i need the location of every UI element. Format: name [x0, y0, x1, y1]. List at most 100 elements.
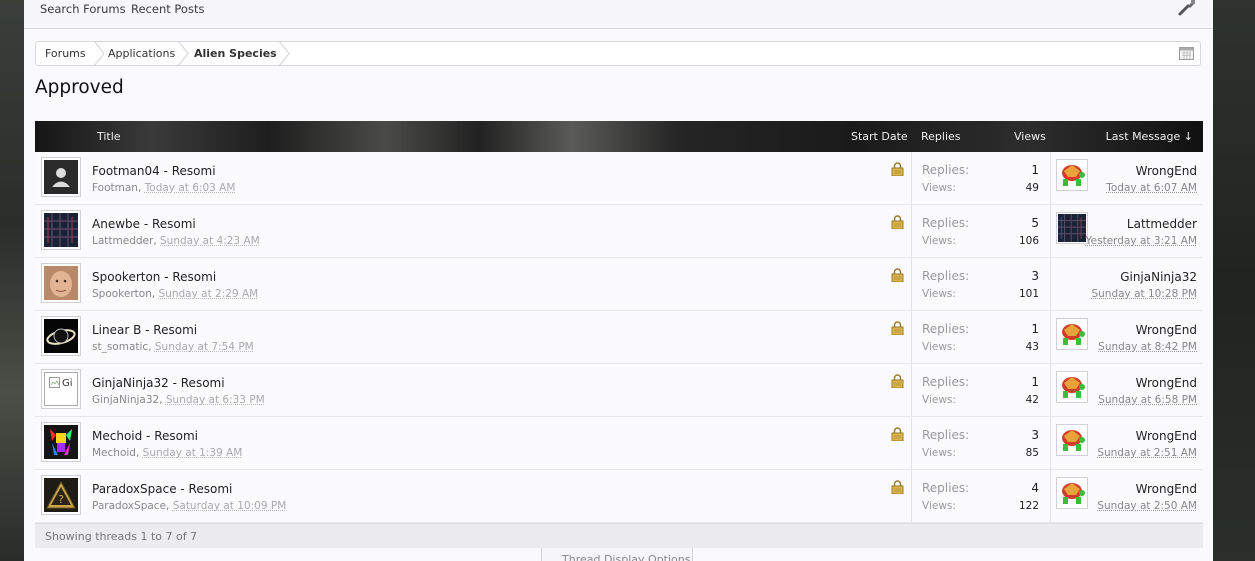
thread-meta: Lattmedder, Sunday at 4:23 AM [92, 235, 260, 247]
breadcrumb: Forums Applications Alien Species [35, 41, 1201, 66]
last-poster-name[interactable]: WrongEnd [1136, 323, 1197, 337]
replies-count: 1 [1031, 163, 1039, 177]
last-poster-avatar[interactable] [1056, 159, 1088, 191]
turtle-avatar [1058, 373, 1086, 401]
thread-title[interactable]: Mechoid - Resomi [92, 429, 198, 443]
wrench-icon[interactable] [1178, 0, 1196, 16]
broken-image-icon [49, 377, 61, 389]
replies-count: 1 [1031, 322, 1039, 336]
last-post-date[interactable]: Sunday at 2:51 AM [1097, 447, 1197, 459]
last-poster-name[interactable]: WrongEnd [1136, 376, 1197, 390]
page-title: Approved [35, 77, 124, 98]
lock-icon [891, 480, 904, 494]
thread-stats: Replies: 3 Views: 101 [911, 258, 1051, 310]
last-poster-avatar[interactable] [1056, 318, 1088, 350]
planet-avatar [44, 319, 78, 353]
breadcrumb-separator-icon [93, 41, 105, 66]
search-forums-link[interactable]: Search Forums [40, 2, 126, 16]
thread-date[interactable]: Today at 6:03 AM [145, 182, 236, 194]
thread-author[interactable]: Mechoid [92, 447, 136, 459]
author-avatar[interactable] [41, 263, 81, 303]
breadcrumb-forums[interactable]: Forums [45, 47, 86, 60]
last-post-date[interactable]: Yesterday at 3:21 AM [1086, 235, 1197, 247]
thread-title[interactable]: Anewbe - Resomi [92, 217, 196, 231]
thread-date[interactable]: Sunday at 4:23 AM [160, 235, 260, 247]
views-count: 49 [1026, 182, 1039, 194]
thread-author[interactable]: Footman [92, 182, 138, 194]
replies-label: Replies: [922, 428, 969, 442]
turtle-avatar [1058, 479, 1086, 507]
last-poster-avatar[interactable] [1056, 424, 1088, 456]
last-post-date[interactable]: Sunday at 2:50 AM [1097, 500, 1197, 512]
thread-title[interactable]: Linear B - Resomi [92, 323, 197, 337]
calendar-icon[interactable] [1179, 47, 1194, 60]
breadcrumb-applications[interactable]: Applications [108, 47, 175, 60]
replies-label: Replies: [922, 163, 969, 177]
author-avatar[interactable] [41, 316, 81, 356]
default-avatar-icon [44, 160, 78, 194]
views-label: Views: [922, 394, 956, 406]
header-start-date[interactable]: Start Date [851, 130, 908, 143]
face-avatar [44, 266, 78, 300]
replies-label: Replies: [922, 481, 969, 495]
last-poster-name[interactable]: WrongEnd [1136, 482, 1197, 496]
replies-count: 5 [1031, 216, 1039, 230]
author-avatar[interactable] [41, 157, 81, 197]
thread-display-options-button[interactable]: Thread Display Options [541, 548, 693, 561]
thread-date[interactable]: Saturday at 10:09 PM [173, 500, 287, 512]
last-poster-name[interactable]: WrongEnd [1136, 164, 1197, 178]
author-avatar[interactable]: Gi [41, 369, 81, 409]
background-left [0, 0, 24, 561]
lock-icon [891, 268, 904, 282]
last-poster-avatar[interactable] [1056, 212, 1088, 244]
recent-posts-link[interactable]: Recent Posts [131, 2, 204, 16]
header-replies[interactable]: Replies [921, 130, 961, 143]
thread-display-options-label: Thread Display Options [562, 553, 690, 561]
thread-author[interactable]: st_somatic [92, 341, 148, 353]
author-avatar[interactable]: ? [41, 475, 81, 515]
header-title[interactable]: Title [97, 130, 121, 143]
last-post-date[interactable]: Sunday at 8:42 PM [1098, 341, 1197, 353]
thread-author[interactable]: Lattmedder [92, 235, 153, 247]
thread-date[interactable]: Sunday at 6:33 PM [166, 394, 265, 406]
replies-label: Replies: [922, 375, 969, 389]
last-post-date[interactable]: Sunday at 6:58 PM [1098, 394, 1197, 406]
thread-date[interactable]: Sunday at 1:39 AM [143, 447, 243, 459]
table-row: Spookerton - Resomi Spookerton, Sunday a… [35, 258, 1203, 311]
last-post-date[interactable]: Today at 6:07 AM [1106, 182, 1197, 194]
author-avatar[interactable] [41, 422, 81, 462]
thread-author[interactable]: GinjaNinja32 [92, 394, 159, 406]
last-poster-avatar[interactable] [1056, 477, 1088, 509]
thread-author[interactable]: ParadoxSpace [92, 500, 166, 512]
views-count: 85 [1026, 447, 1039, 459]
thread-stats: Replies: 1 Views: 43 [911, 311, 1051, 363]
last-post-date[interactable]: Sunday at 10:28 PM [1091, 288, 1197, 300]
thread-date[interactable]: Sunday at 2:29 AM [159, 288, 259, 300]
last-poster-name[interactable]: WrongEnd [1136, 429, 1197, 443]
lock-icon [891, 321, 904, 335]
thread-title[interactable]: Footman04 - Resomi [92, 164, 216, 178]
thread-meta: GinjaNinja32, Sunday at 6:33 PM [92, 394, 265, 406]
turtle-avatar [1058, 161, 1086, 189]
thread-meta: st_somatic, Sunday at 7:54 PM [92, 341, 254, 353]
lock-icon [891, 427, 904, 441]
thread-title[interactable]: Spookerton - Resomi [92, 270, 216, 284]
thread-date[interactable]: Sunday at 7:54 PM [155, 341, 254, 353]
table-row: Footman04 - Resomi Footman, Today at 6:0… [35, 152, 1203, 205]
breadcrumb-alien-species[interactable]: Alien Species [194, 47, 277, 60]
last-poster-name[interactable]: Lattmedder [1127, 217, 1197, 231]
header-views[interactable]: Views [1014, 130, 1046, 143]
forum-page: Search Forums Recent Posts Forums Applic… [24, 0, 1213, 561]
last-poster-avatar[interactable] [1056, 371, 1088, 403]
header-last-message[interactable]: Last Message ↓ [1106, 130, 1193, 143]
thread-stats: Replies: 4 Views: 122 [911, 470, 1051, 522]
thread-stats: Replies: 1 Views: 49 [911, 152, 1051, 204]
last-poster-name[interactable]: GinjaNinja32 [1120, 270, 1197, 284]
replies-count: 3 [1031, 428, 1039, 442]
thread-title[interactable]: ParadoxSpace - Resomi [92, 482, 232, 496]
thread-author[interactable]: Spookerton [92, 288, 152, 300]
thread-meta: Spookerton, Sunday at 2:29 AM [92, 288, 258, 300]
replies-count: 1 [1031, 375, 1039, 389]
author-avatar[interactable] [41, 210, 81, 250]
thread-title[interactable]: GinjaNinja32 - Resomi [92, 376, 225, 390]
